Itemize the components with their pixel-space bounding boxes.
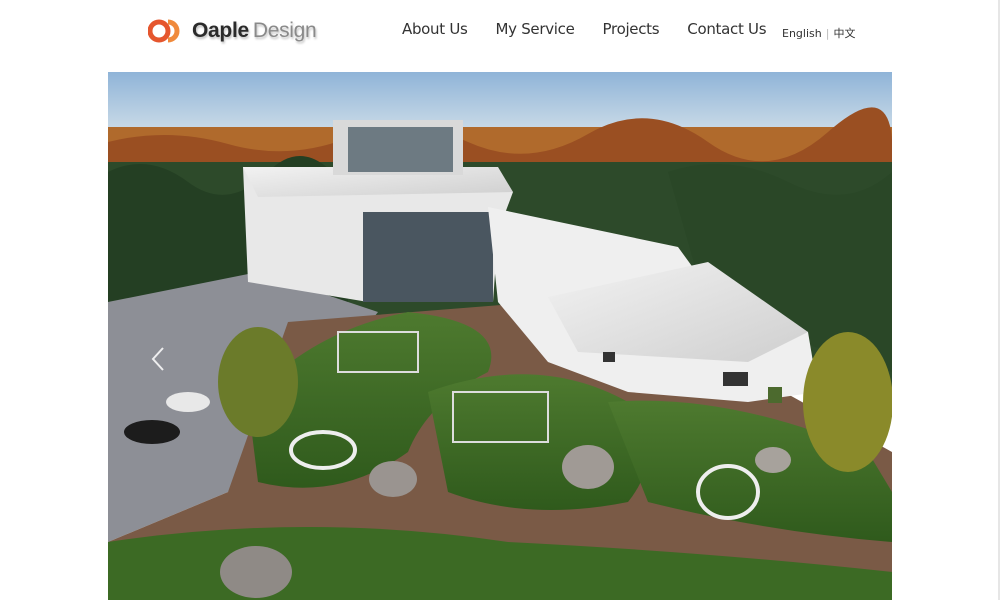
chevron-left-icon <box>151 347 164 371</box>
logo-text: Oaple Design <box>192 19 317 43</box>
site-header: Oaple Design About Us My Service Projects… <box>0 0 1000 72</box>
slider-prev-button[interactable] <box>146 344 170 374</box>
slider-next-button[interactable] <box>830 344 854 374</box>
lang-chinese[interactable]: 中文 <box>833 25 855 41</box>
hero-slider <box>108 72 892 600</box>
nav-projects[interactable]: Projects <box>603 20 660 38</box>
nav-about-us[interactable]: About Us <box>402 20 468 38</box>
logo-word-secondary: Design <box>252 19 317 42</box>
page: Oaple Design About Us My Service Projects… <box>0 0 1000 600</box>
nav-my-service[interactable]: My Service <box>496 20 575 38</box>
chevron-right-icon <box>830 344 854 374</box>
hero-image <box>108 72 892 600</box>
nav-contact-us[interactable]: Contact Us <box>687 20 766 38</box>
logo-mark-icon <box>148 19 180 43</box>
logo-word-primary: Oaple <box>192 19 249 42</box>
language-switcher: English | 中文 <box>782 25 855 41</box>
site-logo[interactable]: Oaple Design <box>148 14 317 48</box>
lang-english[interactable]: English <box>782 27 822 40</box>
lang-separator: | <box>825 26 830 40</box>
main-nav: About Us My Service Projects Contact Us <box>402 20 767 38</box>
